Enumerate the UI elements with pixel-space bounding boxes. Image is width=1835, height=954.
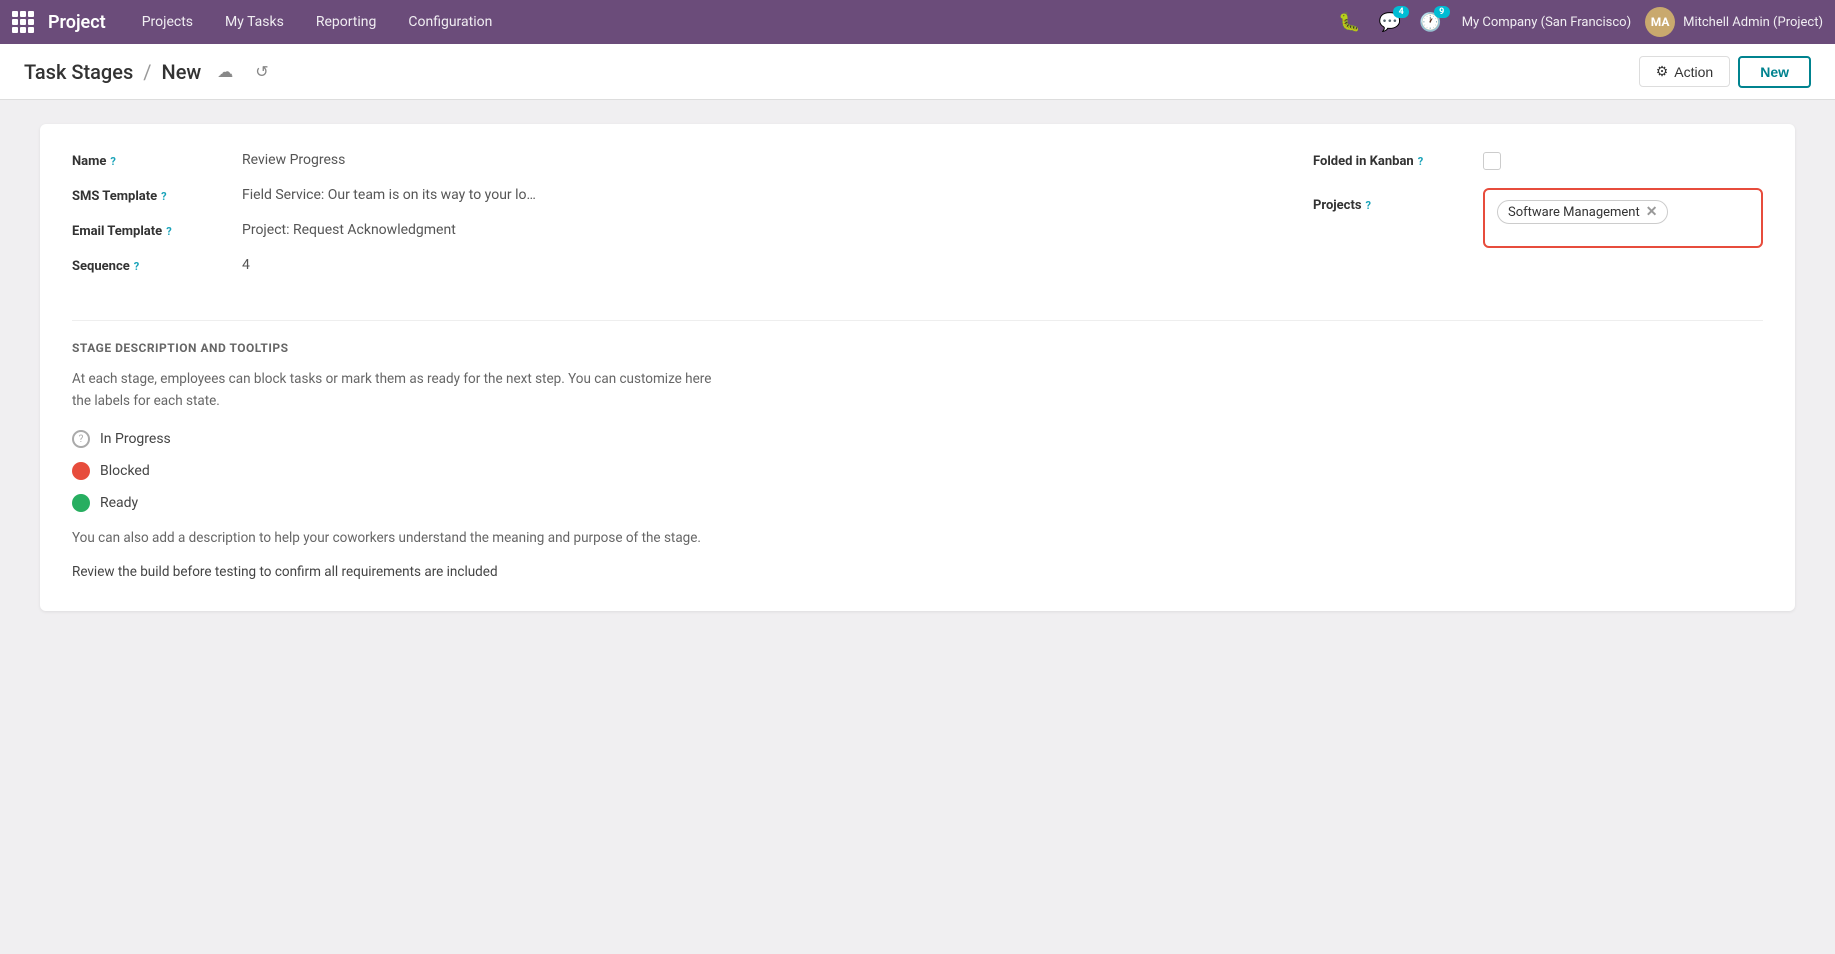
stage-description-text[interactable]: Review the build before testing to confi… bbox=[72, 562, 712, 584]
name-help-icon[interactable]: ? bbox=[110, 155, 115, 168]
projects-label: Projects ? bbox=[1313, 188, 1483, 213]
action-button[interactable]: ⚙ Action bbox=[1639, 56, 1730, 87]
breadcrumb-parent[interactable]: Task Stages bbox=[24, 60, 133, 84]
sequence-value[interactable]: 4 bbox=[242, 257, 1313, 273]
activity-icon-btn[interactable]: 🕐 9 bbox=[1413, 8, 1447, 37]
sms-template-row: SMS Template ? Field Service: Our team i… bbox=[72, 187, 1313, 204]
section-header: STAGE DESCRIPTION AND TOOLTIPS bbox=[72, 320, 1763, 355]
folded-checkbox[interactable] bbox=[1483, 152, 1501, 170]
project-tag[interactable]: Software Management ✕ bbox=[1497, 200, 1668, 224]
projects-row: Projects ? Software Management ✕ bbox=[1313, 188, 1763, 248]
breadcrumb-current: New bbox=[162, 60, 202, 84]
state-ready-row: Ready bbox=[72, 494, 1763, 512]
state-ready-label[interactable]: Ready bbox=[100, 495, 138, 511]
nav-my-tasks[interactable]: My Tasks bbox=[211, 0, 298, 44]
section-description: At each stage, employees can block tasks… bbox=[72, 369, 712, 412]
name-row: Name ? Review Progress bbox=[72, 152, 1313, 169]
sequence-row: Sequence ? 4 bbox=[72, 257, 1313, 274]
in-progress-icon: ? bbox=[72, 430, 90, 448]
email-help-icon[interactable]: ? bbox=[166, 225, 171, 238]
messages-badge: 4 bbox=[1393, 6, 1409, 18]
section-description2: You can also add a description to help y… bbox=[72, 528, 712, 550]
folded-help-icon[interactable]: ? bbox=[1418, 155, 1423, 168]
name-label: Name ? bbox=[72, 152, 242, 169]
action-button-label: Action bbox=[1674, 64, 1713, 80]
user-menu[interactable]: MA Mitchell Admin (Project) bbox=[1645, 7, 1823, 37]
state-in-progress-label[interactable]: In Progress bbox=[100, 431, 171, 447]
folded-label: Folded in Kanban ? bbox=[1313, 152, 1483, 169]
avatar: MA bbox=[1645, 7, 1675, 37]
app-grid-icon[interactable] bbox=[12, 11, 34, 33]
activity-badge: 9 bbox=[1434, 6, 1450, 18]
projects-field[interactable]: Software Management ✕ bbox=[1483, 188, 1763, 248]
ready-icon bbox=[72, 494, 90, 512]
breadcrumb-actions: ⚙ Action New bbox=[1639, 56, 1811, 88]
blocked-icon bbox=[72, 462, 90, 480]
gear-icon: ⚙ bbox=[1656, 63, 1669, 80]
state-blocked-row: Blocked bbox=[72, 462, 1763, 480]
folded-row: Folded in Kanban ? bbox=[1313, 152, 1763, 170]
breadcrumb-bar: Task Stages / New ☁ ↺ ⚙ Action New bbox=[0, 44, 1835, 100]
top-navigation: Project Projects My Tasks Reporting Conf… bbox=[0, 0, 1835, 44]
name-value[interactable]: Review Progress bbox=[242, 152, 1313, 168]
col-right: Folded in Kanban ? Projects ? Software M… bbox=[1313, 152, 1763, 292]
company-name[interactable]: My Company (San Francisco) bbox=[1462, 15, 1631, 30]
nav-configuration[interactable]: Configuration bbox=[394, 0, 506, 44]
bug-icon-btn[interactable]: 🐛 bbox=[1332, 8, 1366, 37]
sms-help-icon[interactable]: ? bbox=[161, 190, 166, 203]
email-label: Email Template ? bbox=[72, 222, 242, 239]
form-two-col: Name ? Review Progress SMS Template ? Fi… bbox=[72, 152, 1763, 292]
project-tag-label: Software Management bbox=[1508, 205, 1640, 220]
main-content: Name ? Review Progress SMS Template ? Fi… bbox=[0, 100, 1835, 954]
nav-icons-group: 🐛 💬 4 🕐 9 bbox=[1332, 8, 1447, 37]
sequence-label: Sequence ? bbox=[72, 257, 242, 274]
sms-value[interactable]: Field Service: Our team is on its way to… bbox=[242, 187, 1313, 203]
state-blocked-label[interactable]: Blocked bbox=[100, 463, 150, 479]
projects-help-icon[interactable]: ? bbox=[1366, 199, 1371, 212]
user-name: Mitchell Admin (Project) bbox=[1683, 15, 1823, 30]
form-card: Name ? Review Progress SMS Template ? Fi… bbox=[40, 124, 1795, 611]
nav-reporting[interactable]: Reporting bbox=[302, 0, 391, 44]
col-left: Name ? Review Progress SMS Template ? Fi… bbox=[72, 152, 1313, 292]
email-value[interactable]: Project: Request Acknowledgment bbox=[242, 222, 1313, 238]
project-tag-remove[interactable]: ✕ bbox=[1646, 204, 1658, 220]
state-in-progress-row: ? In Progress bbox=[72, 430, 1763, 448]
new-button[interactable]: New bbox=[1738, 56, 1811, 88]
breadcrumb-separator: / bbox=[143, 60, 151, 84]
sms-label: SMS Template ? bbox=[72, 187, 242, 204]
nav-projects[interactable]: Projects bbox=[128, 0, 207, 44]
app-title[interactable]: Project bbox=[48, 12, 106, 33]
discard-icon[interactable]: ↺ bbox=[249, 58, 274, 85]
messages-icon-btn[interactable]: 💬 4 bbox=[1373, 8, 1407, 37]
save-cloud-icon[interactable]: ☁ bbox=[211, 58, 239, 85]
email-template-row: Email Template ? Project: Request Acknow… bbox=[72, 222, 1313, 239]
breadcrumb-left: Task Stages / New ☁ ↺ bbox=[24, 58, 275, 85]
sequence-help-icon[interactable]: ? bbox=[134, 260, 139, 273]
